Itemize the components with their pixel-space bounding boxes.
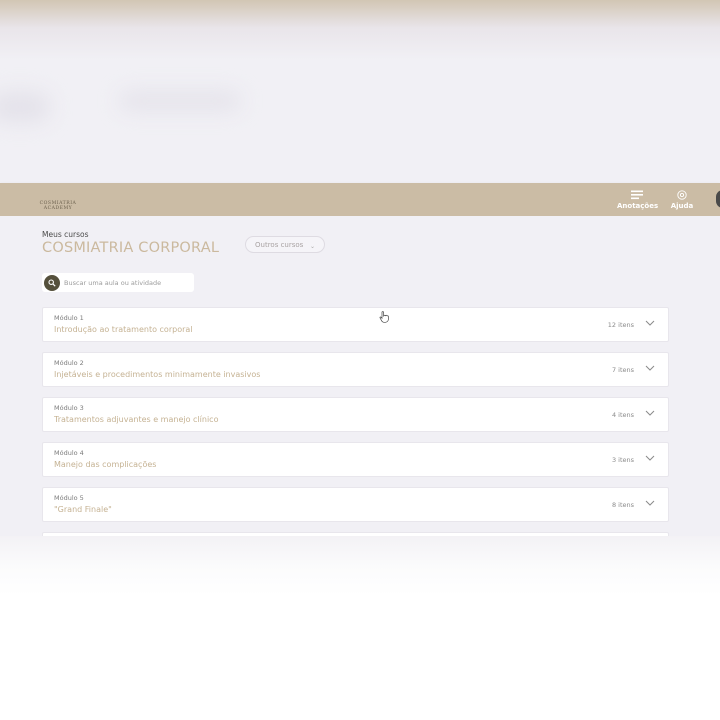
blurred-shape [120, 92, 240, 110]
user-avatar[interactable] [716, 190, 720, 208]
chevron-down-icon: ⌄ [309, 243, 315, 250]
notes-button[interactable]: Anotações [617, 190, 659, 210]
notes-list-icon [631, 190, 643, 200]
module-row[interactable]: Módulo 5 "Grand Finale" 8 itens [42, 487, 669, 522]
other-courses-label: Outros cursos [255, 241, 304, 249]
search-box [42, 273, 194, 292]
module-title: "Grand Finale" [54, 505, 112, 514]
main-content: Meus cursos COSMIATRIA CORPORAL Outros c… [0, 216, 720, 536]
cosmiatria-academy-logo[interactable]: COSMIATRIA ACADEMY [36, 188, 80, 212]
module-number: Módulo 2 [54, 359, 84, 367]
blurred-shape [0, 92, 50, 122]
module-row[interactable]: Módulo 3 Tratamentos adjuvantes e manejo… [42, 397, 669, 432]
search-icon [48, 279, 56, 287]
module-item-count: 7 itens [611, 366, 634, 374]
module-title: Injetáveis e procedimentos minimamente i… [54, 370, 261, 379]
help-label: Ajuda [670, 202, 694, 210]
chevron-down-icon[interactable] [645, 410, 655, 416]
blurred-page-header [0, 0, 720, 183]
module-row[interactable]: Módulo 2 Injetáveis e procedimentos mini… [42, 352, 669, 387]
module-row[interactable]: Módulo 1 Introdução ao tratamento corpor… [42, 307, 669, 342]
breadcrumb[interactable]: Meus cursos [42, 230, 89, 239]
chevron-down-icon[interactable] [645, 320, 655, 326]
hand-cursor-icon [379, 311, 389, 323]
module-title: Introdução ao tratamento corporal [54, 325, 193, 334]
search-input[interactable] [62, 275, 194, 291]
help-circle-icon [677, 190, 687, 200]
module-number: Módulo 1 [54, 314, 84, 322]
chevron-down-icon[interactable] [645, 365, 655, 371]
module-item-count: 12 itens [607, 321, 634, 329]
logo-crescent-icon [54, 189, 59, 199]
module-number: Módulo 5 [54, 494, 84, 502]
chevron-down-icon[interactable] [645, 500, 655, 506]
top-navbar: COSMIATRIA ACADEMY Anotações Ajuda [0, 183, 720, 216]
module-title: Tratamentos adjuvantes e manejo clínico [54, 415, 219, 424]
search-button[interactable] [44, 275, 60, 291]
chevron-down-icon[interactable] [645, 455, 655, 461]
logo-text: COSMIATRIA ACADEMY [36, 201, 80, 211]
module-number: Módulo 4 [54, 449, 84, 457]
module-item-count: 3 itens [611, 456, 634, 464]
notes-label: Anotações [617, 202, 659, 210]
help-button[interactable]: Ajuda [668, 190, 696, 210]
other-courses-dropdown[interactable]: Outros cursos ⌄ [245, 236, 325, 253]
page-title: COSMIATRIA CORPORAL [42, 240, 220, 256]
module-number: Módulo 3 [54, 404, 84, 412]
module-title: Manejo das complicações [54, 460, 157, 469]
module-row[interactable]: Módulo 4 Manejo das complicações 3 itens [42, 442, 669, 477]
module-item-count: 8 itens [611, 501, 634, 509]
module-item-count: 4 itens [611, 411, 634, 419]
logo-line-2: ACADEMY [43, 206, 73, 211]
bottom-fade-overlay [0, 536, 720, 720]
